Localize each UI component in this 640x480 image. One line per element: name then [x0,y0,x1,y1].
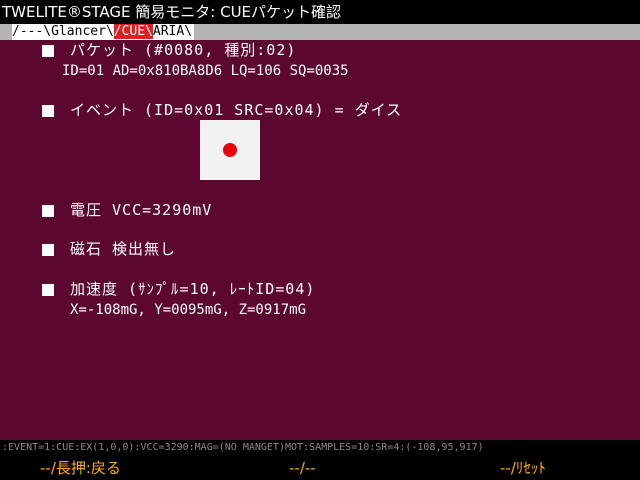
tab-separator: \ [105,24,114,39]
bullet-icon [42,205,54,217]
reset-button[interactable]: --/ﾘｾｯﾄ [500,456,546,480]
dice-pip-icon [223,143,237,157]
tab-bar: /---\Glancer\/CUE\ARIA\ [0,24,640,40]
monitor-panel: パケット (#0080, 種別:02) ID=01 AD=0x810BA8D6 … [0,40,640,440]
event-heading: イベント (ID=0x01 SRC=0x04) = ダイス [70,101,403,119]
center-button[interactable]: --/-- [289,456,316,480]
breadcrumb: /---\Glancer\/CUE\ARIA\ [12,24,195,40]
bullet-icon [42,284,54,296]
window-title: TWELITE®STAGE 簡易モニタ: CUEパケット確認 [0,0,640,24]
tab-suffix: \ [184,24,193,39]
bullet-icon [42,45,54,57]
accel-heading: 加速度 (ｻﾝﾌﾟﾙ=10, ﾚｰﾄID=04) [70,280,316,298]
packet-heading: パケット (#0080, 種別:02) [70,41,297,59]
magnet-status: 磁石 検出無し [70,240,177,258]
voltage-reading: 電圧 VCC=3290mV [70,201,213,219]
tab-glancer[interactable]: Glancer [51,24,106,39]
tab-prefix: /---\ [12,24,52,39]
status-line: :EVENT=1:CUE:EX(1,0,0):VCC=3290:MAG=(NO … [0,440,640,456]
packet-detail: ID=01 AD=0x810BA8D6 LQ=106 SQ=0035 [62,63,349,79]
tab-cue[interactable]: /CUE\ [113,24,153,39]
footer-bar: --/長押:戻る --/-- --/ﾘｾｯﾄ [0,456,640,480]
bullet-icon [42,244,54,256]
tab-aria[interactable]: ARIA [153,24,184,39]
bullet-icon [42,105,54,117]
back-button[interactable]: --/長押:戻る [40,456,121,480]
accel-detail: X=-108mG, Y=0095mG, Z=0917mG [70,302,307,318]
dice-face [200,120,260,180]
